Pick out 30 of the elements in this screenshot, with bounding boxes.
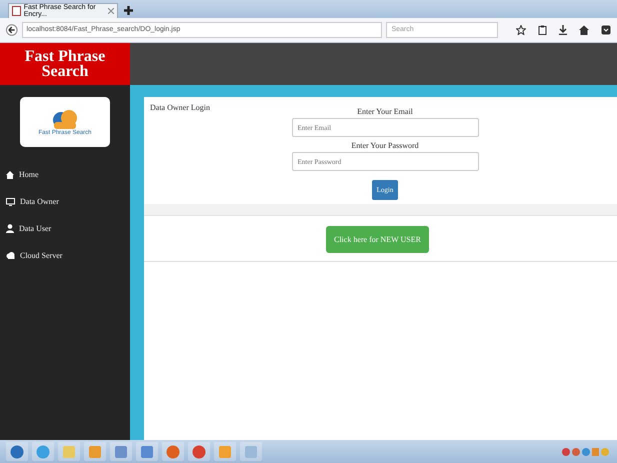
taskbar-app-icon[interactable]: [84, 442, 106, 461]
taskbar-app-icon[interactable]: [32, 442, 54, 461]
home-icon: [6, 170, 14, 178]
home-icon[interactable]: [579, 25, 589, 35]
taskbar-app-icon[interactable]: [188, 442, 210, 461]
brand-title: Fast Phrase Search: [0, 43, 130, 85]
clipboard-icon[interactable]: [538, 25, 547, 35]
tray-icons-drawing: [561, 446, 611, 456]
sidebar-item[interactable]: Data Owner: [0, 194, 130, 209]
page-icon: [12, 6, 21, 16]
back-icon[interactable]: [6, 24, 18, 36]
close-icon[interactable]: [108, 8, 114, 14]
user-icon: [6, 224, 14, 233]
taskbar-app-icon[interactable]: [162, 442, 184, 461]
taskbar-app-icon[interactable]: [136, 442, 158, 461]
form-title: Data Owner Login: [150, 103, 211, 114]
pocket-icon[interactable]: [601, 25, 611, 35]
sidebar-item[interactable]: Data User: [0, 221, 130, 236]
sidebar-item[interactable]: Home: [0, 167, 130, 182]
sidebar-item[interactable]: Cloud Server: [0, 248, 130, 263]
taskbar-app-icon[interactable]: [6, 442, 28, 461]
cloud-logo-icon: [50, 108, 80, 130]
star-icon[interactable]: [516, 25, 526, 35]
new-tab-icon[interactable]: [124, 6, 133, 15]
cloud-icon: [6, 252, 15, 259]
field-label: Enter Your Password: [351, 141, 419, 150]
taskbar-app-icon[interactable]: [110, 442, 132, 461]
field-label: Enter Your Email: [357, 107, 413, 116]
download-icon[interactable]: [559, 25, 567, 35]
monitor-icon: [6, 198, 15, 206]
